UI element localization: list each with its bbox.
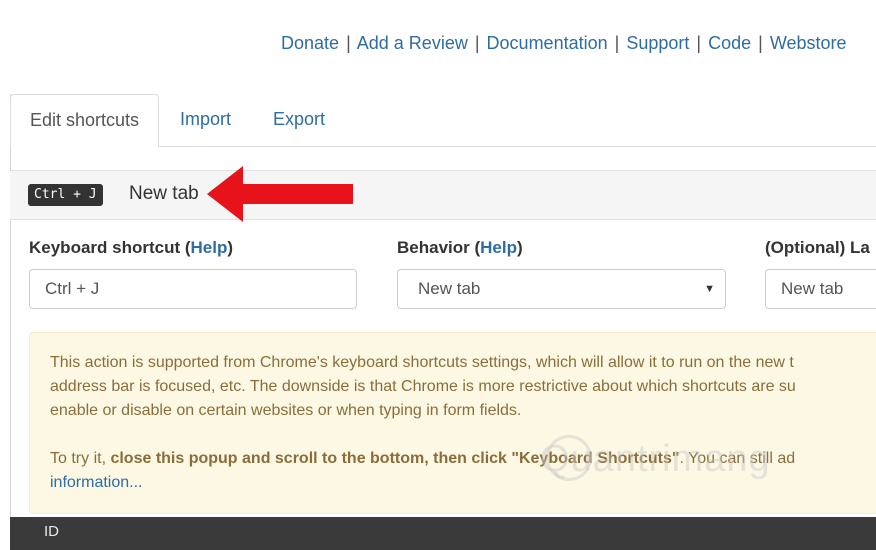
optional-label-value: New tab [781,279,844,298]
alert-info-line: information... [50,471,142,495]
donate-link[interactable]: Donate [281,33,339,53]
keyboard-shortcut-input[interactable]: Ctrl + J [29,269,357,309]
tab-edit-shortcuts[interactable]: Edit shortcuts [10,94,160,147]
watermark: Quantrimang [540,438,771,480]
documentation-link[interactable]: Documentation [487,33,608,53]
alert-line-2: address bar is focused, etc. The downsid… [50,378,796,395]
keyboard-shortcut-value: Ctrl + J [45,279,100,298]
info-alert: This action is supported from Chrome's k… [29,332,876,514]
link-separator: | [758,33,763,53]
shortcut-row[interactable]: Ctrl + J New tab [10,170,876,220]
keyboard-help-link[interactable]: Help [191,238,228,257]
optional-label: (Optional) La [765,238,870,257]
chevron-down-icon: ▼ [704,283,715,295]
tab-import[interactable]: Import [161,94,250,145]
behavior-label: Behavior (Help) [397,238,523,257]
footer-bar: ID [10,517,876,550]
behavior-select[interactable]: New tab ▼ [397,269,726,309]
keyboard-shortcut-label: Keyboard shortcut (Help) [29,238,234,257]
alert-line-3: enable or disable on certain websites or… [50,402,522,419]
support-link[interactable]: Support [626,33,689,53]
shortcut-action-label: New tab [129,183,199,204]
footer-id-label: ID [44,523,59,540]
behavior-selected-value: New tab [418,279,481,298]
shortcut-key-badge: Ctrl + J [28,184,103,206]
tab-export[interactable]: Export [254,94,344,145]
add-review-link[interactable]: Add a Review [357,33,468,53]
code-link[interactable]: Code [708,33,751,53]
alert-line-1: This action is supported from Chrome's k… [50,354,794,371]
header-links: Donate | Add a Review | Documentation | … [281,33,847,54]
red-arrow-icon [207,166,353,222]
link-separator: | [614,33,620,53]
optional-label-input[interactable]: New tab [765,269,876,309]
link-separator: | [346,33,351,53]
behavior-help-link[interactable]: Help [480,238,517,257]
webstore-link[interactable]: Webstore [770,33,847,53]
information-link[interactable]: information... [50,474,142,491]
link-separator: | [474,33,480,53]
link-separator: | [696,33,702,53]
tab-bar: Edit shortcuts Import Export [10,94,876,147]
